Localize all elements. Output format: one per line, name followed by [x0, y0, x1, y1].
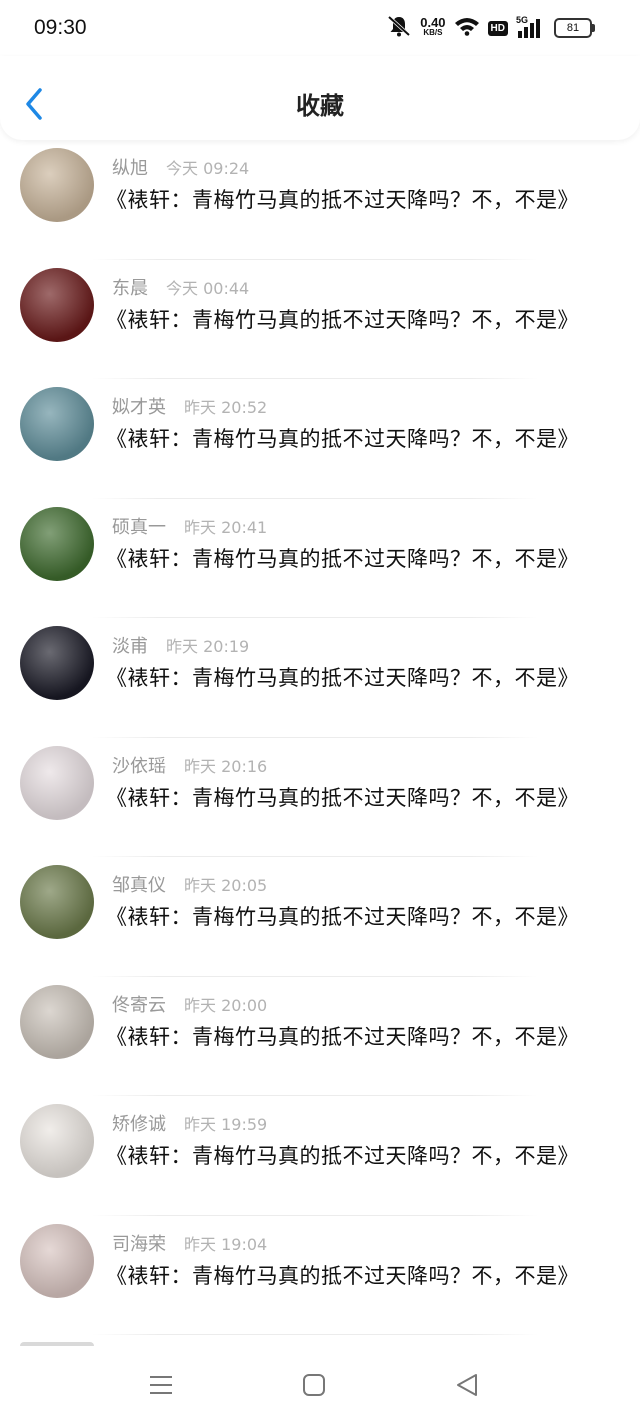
author-name: 邹真仪 昨天 20:05: [112, 871, 267, 897]
favorite-item[interactable]: 姒才英 昨天 20:52 《裱轩：青梅竹马真的抵不过天降吗？不，不是》: [0, 379, 640, 499]
author-name-text: 姒才英: [112, 397, 166, 418]
favorite-title: 《裱轩：青梅竹马真的抵不过天降吗？不，不是》: [106, 546, 579, 571]
author-name-text: 纵旭: [112, 158, 148, 179]
favorite-title: 《裱轩：青梅竹马真的抵不过天降吗？不，不是》: [106, 1144, 579, 1168]
author-name-text: 邹真仪: [112, 875, 166, 896]
author-name: 硕真一 昨天 20:41: [112, 513, 267, 539]
favorite-item[interactable]: 纵旭 今天 09:24 《裱轩：青梅竹马真的抵不过天降吗？不，不是》: [0, 140, 640, 260]
menu-icon: [150, 1376, 172, 1394]
author-name-text: 东晨: [112, 277, 148, 299]
app-header: 收藏: [0, 56, 640, 140]
avatar: [20, 1223, 94, 1298]
favorite-item[interactable]: 淡甫 昨天 20:19 《裱轩：青梅竹马真的抵不过天降吗？不，不是》: [0, 618, 640, 738]
avatar: [20, 387, 94, 461]
author-name-text: 沙依瑶: [112, 755, 166, 777]
author-name-text: 淡甫: [112, 636, 148, 657]
timestamp: 今天 00:44: [166, 278, 250, 298]
back-nav-button[interactable]: [452, 1370, 482, 1400]
favorite-title: 《裱轩：青梅竹马真的抵不过天降吗？不，不是》: [106, 905, 579, 929]
timestamp: 昨天 20:52: [184, 398, 268, 417]
favorite-item[interactable]: 矫修诚 昨天 19:59 《裱轩：青梅竹马真的抵不过天降吗？不，不是》: [0, 1096, 640, 1216]
timestamp: 昨天 20:16: [184, 756, 268, 776]
net-speed-value: 0.40: [420, 15, 446, 30]
back-triangle-icon: [457, 1374, 477, 1396]
avatar: [20, 626, 94, 700]
favorite-item[interactable]: 司海荣 昨天 19:04 《裱轩：青梅竹马真的抵不过天降吗？不，不是》: [0, 1216, 640, 1335]
avatar: [20, 506, 94, 581]
author-name: 沙依瑶 昨天 20:16: [112, 752, 267, 778]
status-time: 09:30: [34, 16, 87, 39]
home-square-icon: [303, 1374, 325, 1396]
hd-icon: HD: [487, 20, 508, 36]
favorite-item[interactable]: 邹真仪 昨天 20:05 《裱轩：青梅竹马真的抵不过天降吗？不，不是》: [0, 857, 640, 977]
timestamp: 昨天 19:04: [184, 1234, 268, 1254]
avatar: [20, 1104, 94, 1178]
author-name-text: 硕真一: [112, 516, 166, 538]
author-name-text: 矫修诚: [112, 1114, 166, 1135]
favorite-item[interactable]: 东晨 今天 00:44 《裱轩：青梅竹马真的抵不过天降吗？不，不是》: [0, 260, 640, 379]
favorite-title: 《裱轩：青梅竹马真的抵不过天降吗？不，不是》: [106, 188, 579, 212]
status-icons: 0.40 KB/S HD 5G 81: [386, 14, 595, 42]
wifi-icon: [454, 16, 480, 40]
menu-button[interactable]: [146, 1370, 176, 1400]
author-name: 淡甫 昨天 20:19: [112, 632, 249, 658]
avatar: [20, 865, 94, 939]
author-name: 司海荣 昨天 19:04: [112, 1230, 267, 1256]
timestamp: 昨天 20:41: [184, 517, 268, 537]
net-speed-unit: KB/S: [423, 28, 443, 37]
author-name: 纵旭 今天 09:24: [112, 154, 249, 180]
favorite-item[interactable]: 佟寄云 昨天 20:00 《裱轩：青梅竹马真的抵不过天降吗？不，不是》: [0, 977, 640, 1096]
avatar: [20, 267, 94, 342]
timestamp: 昨天 19:59: [184, 1115, 268, 1134]
avatar: [20, 745, 94, 820]
divider: [92, 1334, 538, 1335]
favorite-title: 《裱轩：青梅竹马真的抵不过天降吗？不，不是》: [106, 307, 579, 332]
favorite-title: 《裱轩：青梅竹马真的抵不过天降吗？不，不是》: [106, 427, 579, 451]
favorite-title: 《裱轩：青梅竹马真的抵不过天降吗？不，不是》: [106, 1263, 579, 1288]
favorite-title: 《裱轩：青梅竹马真的抵不过天降吗？不，不是》: [106, 1024, 579, 1049]
avatar: [20, 984, 94, 1059]
timestamp: 昨天 20:05: [184, 876, 268, 895]
mute-bell-icon: [386, 14, 412, 42]
battery-icon: 81: [554, 18, 595, 38]
system-nav-bar: [0, 1346, 640, 1422]
page-title: 收藏: [296, 91, 344, 120]
timestamp: 今天 09:24: [166, 159, 250, 178]
favorites-list: 纵旭 今天 09:24 《裱轩：青梅竹马真的抵不过天降吗？不，不是》 东晨 今天 00:…: [0, 140, 640, 1346]
author-name-text: 佟寄云: [112, 994, 166, 1016]
author-name: 佟寄云 昨天 20:00: [112, 991, 267, 1017]
timestamp: 昨天 20:19: [166, 637, 250, 656]
favorite-item[interactable]: 硕真一 昨天 20:41 《裱轩：青梅竹马真的抵不过天降吗？不，不是》: [0, 499, 640, 618]
favorite-item[interactable]: 沙依瑶 昨天 20:16 《裱轩：青梅竹马真的抵不过天降吗？不，不是》: [0, 738, 640, 857]
favorite-title: 《裱轩：青梅竹马真的抵不过天降吗？不，不是》: [106, 666, 579, 690]
signal-icon: 5G: [516, 15, 546, 39]
favorite-title: 《裱轩：青梅竹马真的抵不过天降吗？不，不是》: [106, 785, 579, 810]
home-button[interactable]: [299, 1370, 329, 1400]
status-bar: 09:30 0.40 KB/S HD 5G 81: [0, 0, 640, 56]
avatar: [20, 148, 94, 222]
author-name: 东晨 今天 00:44: [112, 274, 249, 300]
author-name-text: 司海荣: [112, 1233, 166, 1255]
author-name: 矫修诚 昨天 19:59: [112, 1110, 267, 1136]
author-name: 姒才英 昨天 20:52: [112, 393, 267, 419]
timestamp: 昨天 20:00: [184, 995, 268, 1015]
net-speed: 0.40 KB/S: [420, 15, 446, 38]
